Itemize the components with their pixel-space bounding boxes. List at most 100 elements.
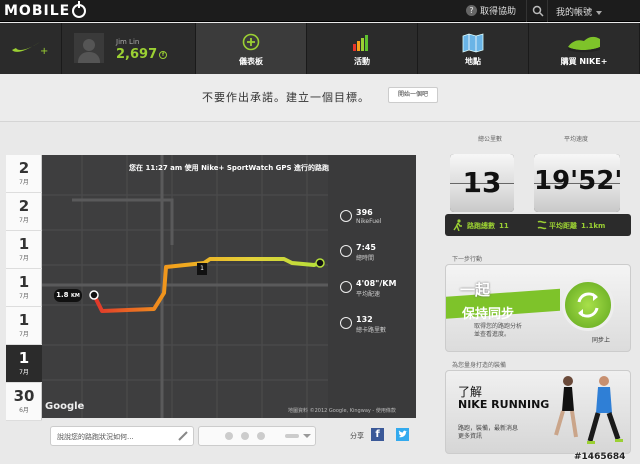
nav-activity-label: 活動 (354, 57, 370, 66)
nr-desc-2: 更多資訊 (458, 433, 483, 440)
km-marker: 1 (197, 263, 207, 275)
avg-distance-label: 平均距離 (549, 222, 577, 230)
map-icon (462, 33, 484, 53)
map-copyright[interactable]: 地圖資料 ©2012 Google, Kingway - 使用條款 (288, 407, 396, 414)
account-label: 我的帳號 (556, 8, 593, 18)
pencil-icon (178, 431, 188, 441)
nav-buy[interactable]: 購買 NIKE+ (529, 23, 640, 74)
top-bar: MOBILE ? 取得協助 我的帳號 (0, 0, 640, 22)
flame-icon (340, 317, 352, 329)
run-comment-input[interactable]: 說說您的路跑狀況如何... (50, 426, 194, 446)
sync-desc-2: 並查看進度。 (474, 331, 511, 338)
date-day: 1 (18, 235, 30, 253)
site-logo[interactable]: MOBILE (4, 1, 87, 20)
help-label: 取得協助 (480, 7, 517, 17)
run-count-label: 路跑總數 (467, 222, 495, 230)
watermark: #1465684 (574, 452, 626, 462)
sync-link[interactable]: 同步上 (592, 335, 610, 344)
nav-activity[interactable]: 活動 (307, 23, 418, 74)
date-month: 7月 (19, 369, 29, 376)
nav-dashboard[interactable]: 儀表板 (196, 23, 307, 74)
start-goal-button[interactable]: 開始一個吧 (388, 87, 438, 103)
date-day: 1 (18, 311, 30, 329)
date-item[interactable]: 1 7月 (6, 269, 42, 307)
start-unit: KM (70, 293, 80, 299)
user-profile[interactable]: Jim Lin 2,697 f (62, 23, 196, 74)
nr-desc-1: 路跑，裝備，最新消息 (458, 425, 519, 432)
nr-title-2: NIKE RUNNING (458, 398, 550, 411)
date-item[interactable]: 1 7月 (6, 307, 42, 345)
clock-icon (340, 245, 352, 257)
share-label: 分享 (350, 432, 364, 440)
shoe-icon (568, 36, 600, 53)
avg-speed-value: 19'52" (534, 166, 620, 196)
stat-value: 4'08"/KM (356, 279, 397, 288)
google-logo: Google (45, 401, 85, 412)
question-icon: ? (466, 5, 477, 16)
stat-label: 平均配速 (356, 291, 381, 298)
runner-icon (453, 219, 462, 231)
nr-desc: 路跑，裝備，最新消息 更多資訊 (458, 425, 518, 441)
run-count: 路跑總數 11 (467, 221, 509, 231)
stat-label: 總卡路里數 (356, 327, 387, 334)
date-item[interactable]: 30 6月 (6, 383, 42, 421)
nav-places-label: 地點 (465, 57, 481, 66)
sync-button[interactable] (562, 279, 614, 331)
stat-value: 7:45 (356, 243, 376, 252)
date-month: 6月 (19, 407, 29, 414)
help-link[interactable]: ? 取得協助 (466, 4, 516, 17)
stat-value: 132 (356, 315, 373, 324)
date-day: 1 (18, 273, 30, 291)
nav-buy-label: 購買 NIKE+ (560, 57, 608, 66)
run-map[interactable]: 您在 11:27 am 使用 Nike+ SportWatch GPS 進行的路… (42, 155, 416, 418)
total-km-value: 13 (462, 166, 502, 199)
start-distance-badge: 1.8 KM (54, 289, 82, 302)
sync-title-1: 一起 (460, 281, 491, 299)
fuel-score: 2,697 f (116, 47, 168, 62)
twitter-share-button[interactable] (396, 428, 409, 441)
avg-speed-card: 19'52" (534, 154, 620, 212)
sync-desc-1: 取得您的路跑分析 (474, 323, 523, 330)
goal-message: 不要作出承諾。建立一個目標。 (202, 91, 370, 104)
nike-running-promo[interactable]: 了解 NIKE RUNNING 路跑，裝備，最新消息 更多資訊 (445, 370, 631, 454)
nav-dashboard-label: 儀表板 (239, 57, 263, 66)
stat-label: NikeFuel (356, 218, 382, 225)
date-month: 7月 (19, 255, 29, 262)
total-km-label: 總公里數 (478, 136, 503, 143)
date-month: 7月 (19, 331, 29, 338)
account-menu[interactable]: 我的帳號 (556, 5, 603, 18)
nike-plus-home[interactable]: + (0, 23, 62, 74)
date-month: 7月 (19, 293, 29, 300)
date-month: 7月 (19, 179, 29, 186)
avg-distance: 平均距離 1.1km (549, 221, 605, 231)
nav-places[interactable]: 地點 (418, 23, 529, 74)
gear-label: 為您量身打造的裝備 (452, 362, 507, 369)
logo-text: MOBILE (4, 3, 71, 19)
avg-distance-value: 1.1km (581, 222, 606, 230)
facebook-share-button[interactable]: f (371, 428, 384, 441)
twitter-bird-icon (398, 430, 407, 438)
run-count-value: 11 (499, 222, 509, 230)
search-button[interactable] (526, 0, 548, 22)
date-day: 1 (18, 349, 30, 367)
route-start (89, 290, 99, 300)
comment-placeholder: 說說您的路跑狀況如何... (57, 433, 134, 441)
avatar (74, 33, 104, 63)
date-item-selected[interactable]: 1 7月 (6, 345, 42, 383)
sync-promo[interactable]: 一起 保持同步 取得您的路跑分析 並查看進度。 同步上 (445, 264, 631, 352)
run-tag-toolbar[interactable] (198, 426, 316, 446)
date-item[interactable]: 1 7月 (6, 231, 42, 269)
date-day: 2 (18, 197, 30, 215)
date-day: 2 (18, 159, 30, 177)
map-caption: 您在 11:27 am 使用 Nike+ SportWatch GPS 進行的路… (129, 164, 329, 172)
stat-value: 396 (356, 208, 373, 217)
run-date-list: 2 7月 2 7月 1 7月 1 7月 1 7月 1 7月 30 6月 (6, 155, 42, 421)
date-item[interactable]: 2 7月 (6, 155, 42, 193)
start-distance: 1.8 (56, 291, 69, 299)
pace-icon (340, 281, 352, 293)
avg-speed-label: 平均速度 (564, 136, 589, 143)
fuel-value: 2,697 (116, 47, 158, 62)
social-bar: 說說您的路跑狀況如何... 分享 f (42, 423, 416, 451)
logo-watch-icon (72, 1, 87, 18)
date-item[interactable]: 2 7月 (6, 193, 42, 231)
